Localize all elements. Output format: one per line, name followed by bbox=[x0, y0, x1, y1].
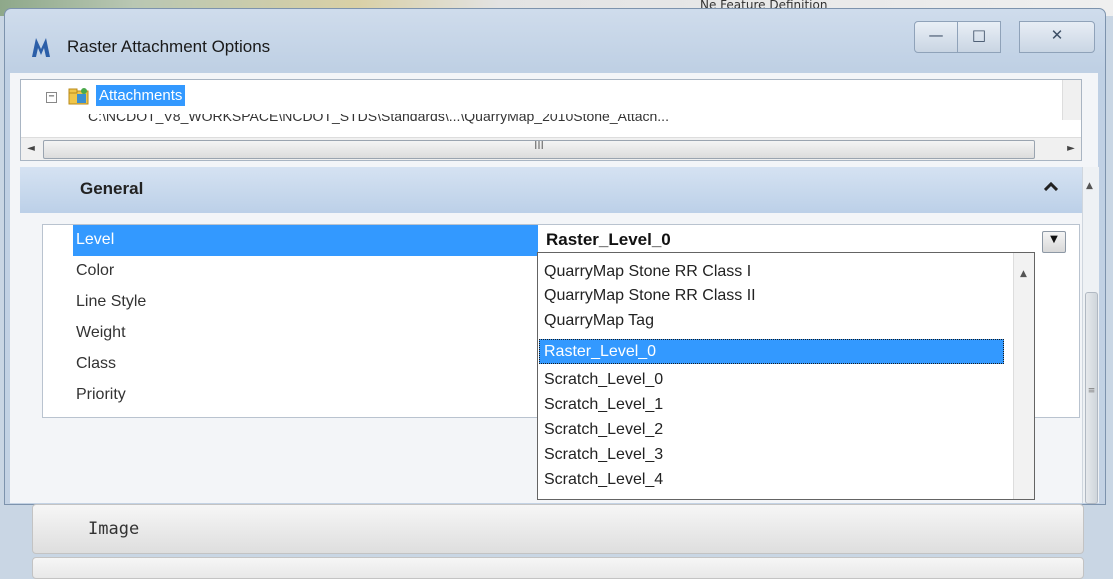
scroll-right-icon[interactable]: ► bbox=[1061, 138, 1081, 160]
minimize-icon: — bbox=[928, 26, 944, 44]
dropdown-item[interactable]: QuarryMap Stone RR Class II bbox=[539, 283, 1004, 308]
title-bar[interactable]: Raster Attachment Options — □ ✕ bbox=[5, 9, 1105, 73]
property-name-line-style[interactable]: Line Style bbox=[43, 287, 537, 318]
window-title: Raster Attachment Options bbox=[67, 37, 271, 56]
property-name-level[interactable]: Level bbox=[73, 225, 538, 256]
tree-label-attachments[interactable]: Attachments bbox=[96, 85, 186, 106]
close-icon: ✕ bbox=[1050, 26, 1064, 44]
property-name-color[interactable]: Color bbox=[43, 256, 537, 287]
scroll-up-icon[interactable]: ▲ bbox=[1086, 181, 1093, 191]
image-section-title: Image bbox=[88, 519, 140, 539]
dropdown-item[interactable]: Scratch_Level_3 bbox=[539, 442, 1004, 467]
tree-node-attachment-file[interactable]: C:\NCDOT_V8_WORKSPACE\NCDOT_STDS\Standar… bbox=[88, 114, 1068, 124]
attachments-folder-icon bbox=[68, 88, 89, 105]
scroll-left-icon[interactable]: ◄ bbox=[21, 138, 41, 160]
property-name-class[interactable]: Class bbox=[43, 349, 537, 380]
level-dropdown-list[interactable]: QuarryMap Stone RR Class I QuarryMap Sto… bbox=[537, 252, 1035, 500]
collapse-node-icon[interactable]: − bbox=[46, 92, 57, 103]
minimize-button[interactable]: — bbox=[914, 21, 958, 53]
horizontal-scroll-thumb[interactable]: III bbox=[43, 139, 1035, 159]
maximize-icon: □ bbox=[971, 26, 987, 44]
attachments-tree[interactable]: − Attachments C:\NCDOT_V8_WORKSPACE\NCDO… bbox=[20, 79, 1082, 161]
dropdown-item[interactable]: Scratch_Level_2 bbox=[539, 417, 1004, 442]
level-combobox-value: Raster_Level_0 bbox=[546, 230, 671, 249]
general-section-header[interactable]: General bbox=[20, 167, 1082, 213]
dropdown-item[interactable]: Scratch_Level_1 bbox=[539, 392, 1004, 417]
dropdown-item[interactable]: Scratch_Level_0 bbox=[539, 367, 1004, 392]
tree-vertical-scrollbar[interactable] bbox=[1062, 80, 1081, 120]
scroll-up-icon[interactable]: ▲ bbox=[1020, 269, 1027, 279]
microstation-app-icon bbox=[32, 38, 50, 57]
dropdown-item[interactable]: QuarryMap Tag bbox=[539, 308, 1004, 333]
property-name-weight[interactable]: Weight bbox=[43, 318, 537, 349]
scroll-grip-icon: ≡ bbox=[1087, 386, 1096, 396]
dropdown-item[interactable]: Scratch_Level_4 bbox=[539, 467, 1004, 492]
dropdown-item[interactable]: QuarryMap Stone RR Class I bbox=[539, 259, 1004, 284]
level-combobox[interactable]: Raster_Level_0 ▼ bbox=[540, 227, 1070, 254]
maximize-button[interactable]: □ bbox=[957, 21, 1001, 53]
dropdown-item-selected[interactable]: Raster_Level_0 bbox=[539, 339, 1004, 364]
dialog-vertical-scrollbar[interactable]: ▲ ≡ bbox=[1082, 167, 1099, 504]
property-name-priority[interactable]: Priority bbox=[43, 380, 537, 411]
vertical-scroll-thumb[interactable]: ≡ bbox=[1085, 292, 1098, 504]
dropdown-scrollbar[interactable]: ▲ bbox=[1013, 253, 1034, 499]
general-section-title: General bbox=[80, 179, 144, 198]
image-section-header[interactable]: Image bbox=[32, 504, 1084, 554]
chevron-up-icon[interactable] bbox=[1044, 181, 1058, 191]
next-section-header[interactable] bbox=[32, 557, 1084, 579]
level-dropdown-button[interactable]: ▼ bbox=[1042, 231, 1066, 253]
close-button[interactable]: ✕ bbox=[1019, 21, 1095, 53]
tree-horizontal-scrollbar[interactable]: ◄ III ► bbox=[21, 137, 1081, 160]
chevron-down-icon: ▼ bbox=[1050, 234, 1058, 245]
scroll-grip-icon: III bbox=[534, 139, 544, 152]
